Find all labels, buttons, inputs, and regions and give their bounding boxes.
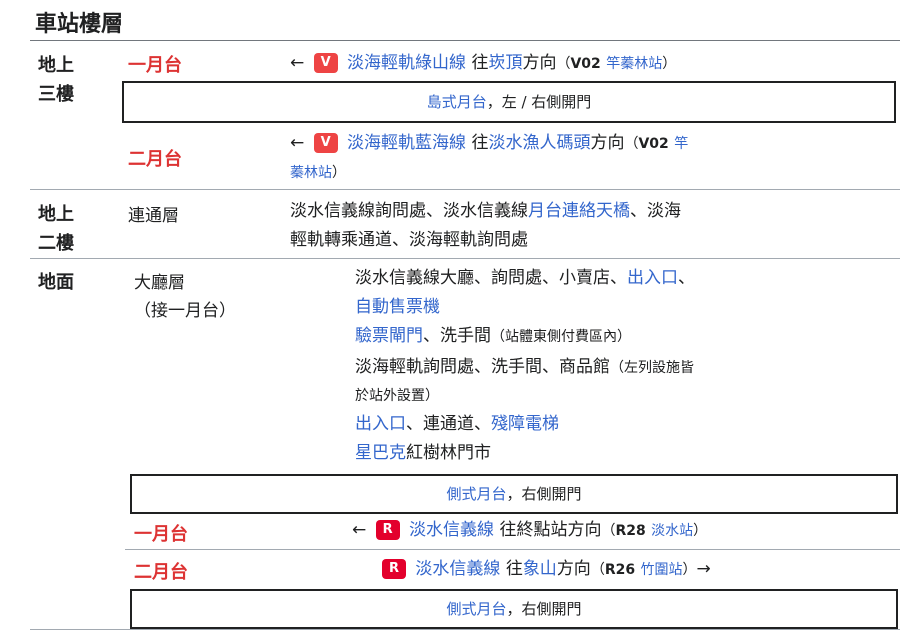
- concourse-desc-line1: 淡水信義線詢問處、淡水信義線月台連絡天橋、淡海: [290, 201, 681, 221]
- station-link-zhuwei[interactable]: 竹圍站: [640, 562, 682, 578]
- line-link-tamsui-xinyi-2[interactable]: 淡水信義線: [415, 559, 500, 579]
- station-link-ganzhenlin-part1[interactable]: 竿: [674, 136, 688, 152]
- platform-1-label-3f: 一月台: [128, 55, 182, 76]
- dest-link-fishermans-wharf[interactable]: 淡水漁人碼頭: [488, 133, 590, 153]
- left-arrow-icon: ←: [352, 520, 367, 540]
- platform-1-direction-3f: ← V 淡海輕軌綠山線 往崁頂方向（V02 竿蓁林站）: [290, 53, 677, 73]
- side-platform-box-1: 側式月台，右側開門: [130, 474, 898, 514]
- floor-label-ground: 地面: [38, 272, 74, 293]
- hall-level-name: 大廳層: [134, 273, 185, 293]
- lightrail-v-badge[interactable]: V: [313, 133, 338, 153]
- fare-gate-link[interactable]: 驗票閘門: [355, 326, 423, 346]
- platform-2-direction-3f: ← V 淡海輕軌藍海線 往淡水漁人碼頭方向（V02 竿 蓁林站）: [290, 133, 689, 181]
- concourse-desc-line2: 輕軌轉乘通道、淡海輕軌詢問處: [290, 230, 528, 250]
- line-link-green-mountain[interactable]: 淡海輕軌綠山線: [347, 53, 466, 73]
- divider-3f-2f: [30, 189, 900, 190]
- platform-2-direction-ground: R 淡水信義線 往象山方向（R26 竹圍站）→: [378, 559, 711, 580]
- divider-ground-platforms: [125, 549, 900, 550]
- tamsui-r-badge[interactable]: R: [375, 520, 400, 540]
- floor-label-3f-line1: 地上: [38, 55, 74, 76]
- exit-link-2[interactable]: 出入口: [355, 414, 406, 434]
- tamsui-r-badge[interactable]: R: [382, 559, 406, 579]
- platform-1-label-ground: 一月台: [134, 524, 188, 545]
- table-bottom-border: [30, 629, 900, 630]
- island-platform-link[interactable]: 島式月台: [427, 93, 487, 111]
- dest-link-xiangshan[interactable]: 象山: [523, 559, 557, 579]
- accessible-elevator-link[interactable]: 殘障電梯: [491, 414, 559, 434]
- hall-level-sub: （接一月台）: [134, 301, 236, 321]
- hall-row-3: 驗票閘門、洗手間（站體東側付費區內）: [355, 326, 631, 346]
- divider-2f-ground: [30, 258, 900, 259]
- station-link-ganzhenlin-part2[interactable]: 蓁林站: [290, 165, 332, 181]
- side-platform-link-2[interactable]: 側式月台: [446, 600, 506, 618]
- floor-label-2f-line2: 二樓: [38, 233, 74, 254]
- table-top-border: [30, 40, 900, 41]
- starbucks-link[interactable]: 星巴克: [355, 443, 406, 463]
- station-link-ganzhenlin[interactable]: 竿蓁林站: [606, 56, 662, 72]
- hall-row-1: 淡水信義線大廳、詢問處、小賣店、出入口、: [355, 268, 695, 288]
- left-arrow-icon: ←: [290, 53, 305, 73]
- line-link-tamsui-xinyi[interactable]: 淡水信義線: [409, 520, 494, 540]
- platform-2-label-3f: 二月台: [128, 149, 182, 170]
- island-platform-box: 島式月台，左 / 右側開門: [122, 81, 896, 123]
- dest-link-kanding[interactable]: 崁頂: [488, 53, 522, 73]
- hall-row-4: 淡海輕軌詢問處、洗手間、商品館（左列設施皆: [355, 357, 694, 377]
- side-platform-link-1[interactable]: 側式月台: [446, 485, 506, 503]
- side-platform-box-2: 側式月台，右側開門: [130, 589, 898, 629]
- floor-label-2f-line1: 地上: [38, 204, 74, 225]
- hall-row-6: 出入口、連通道、殘障電梯: [355, 414, 559, 434]
- hall-row-5: 於站外設置）: [355, 388, 439, 404]
- concourse-level-name: 連通層: [128, 206, 179, 226]
- exit-link[interactable]: 出入口: [627, 268, 678, 288]
- page-title: 車站樓層: [35, 12, 124, 37]
- hall-row-2: 自動售票機: [355, 297, 440, 317]
- platform-skybridge-link[interactable]: 月台連絡天橋: [528, 201, 630, 221]
- platform-1-direction-ground: ← R 淡水信義線 往終點站方向（R28 淡水站）: [352, 520, 708, 540]
- line-link-blue-sea[interactable]: 淡海輕軌藍海線: [347, 133, 466, 153]
- floor-label-3f-line2: 三樓: [38, 84, 74, 105]
- station-link-tamsui[interactable]: 淡水站: [651, 523, 693, 539]
- right-arrow-icon: →: [696, 559, 711, 579]
- ticket-machine-link[interactable]: 自動售票機: [355, 297, 440, 317]
- platform-2-label-ground: 二月台: [134, 562, 188, 583]
- hall-row-7: 星巴克紅樹林門市: [355, 443, 491, 463]
- lightrail-v-badge[interactable]: V: [313, 53, 338, 73]
- left-arrow-icon: ←: [290, 133, 305, 153]
